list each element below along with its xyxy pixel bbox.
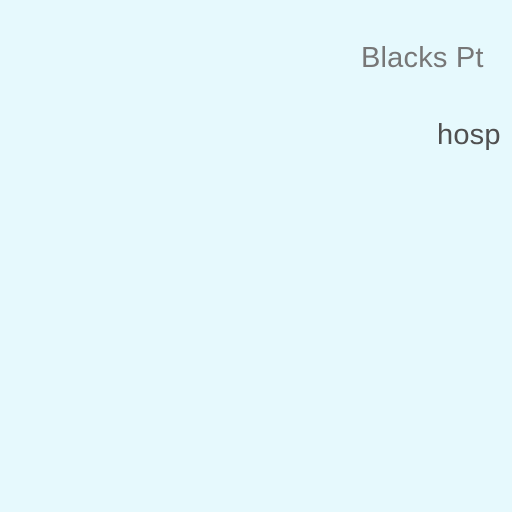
map-label-hosp: hosp — [437, 119, 501, 151]
map-canvas[interactable]: Blacks Pt hosp — [0, 0, 512, 512]
map-label-blacks-pt: Blacks Pt — [361, 42, 484, 74]
